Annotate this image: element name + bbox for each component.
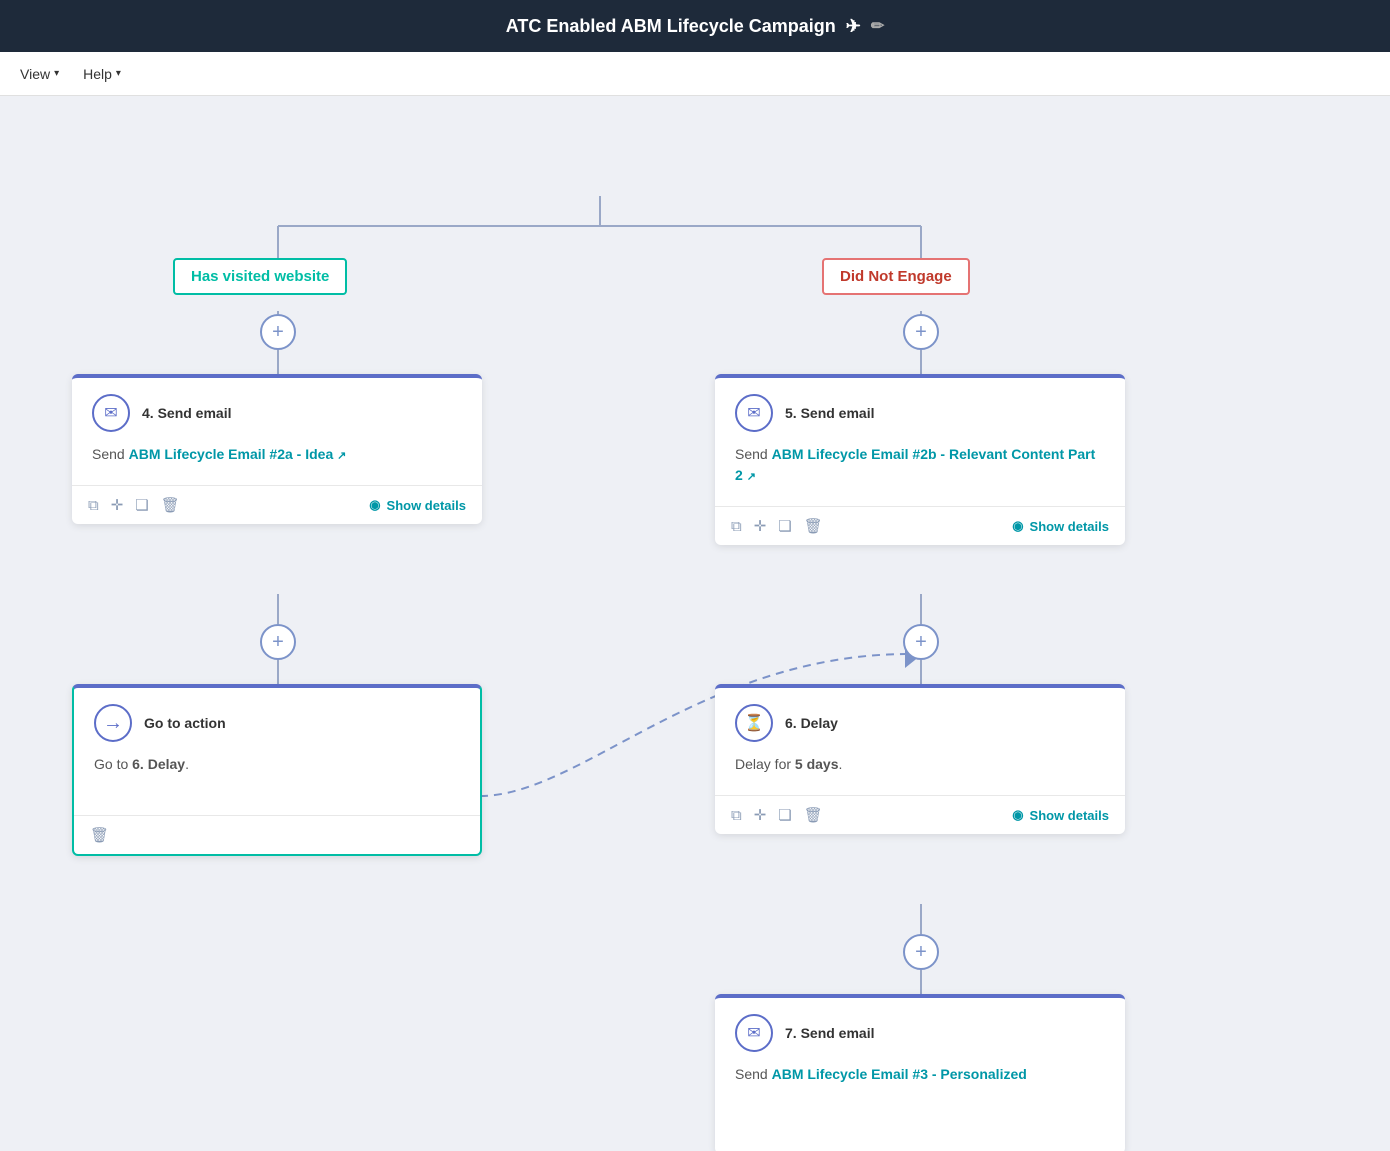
card5-move-icon[interactable]: ✛ [754,517,767,535]
plus-btn-left-top[interactable]: + [260,314,296,350]
card6-eye-icon: ◉ [1012,807,1023,823]
nav-help-label: Help [83,66,112,82]
nav-help-chevron: ▾ [116,68,121,79]
edit-icon[interactable]: ✏ [871,16,884,36]
card7-email-link[interactable]: ABM Lifecycle Email #3 - Personalized [772,1066,1027,1082]
card5-actions: ⧉ ✛ ❏ 🗑 [731,517,823,535]
card4-content: Send ABM Lifecycle Email #2a - Idea ↗ [92,444,462,465]
navbar: View ▾ Help ▾ [0,52,1390,96]
nav-view-chevron: ▾ [54,68,59,79]
goto-title: Go to action [144,715,226,731]
nav-help[interactable]: Help ▾ [83,66,121,82]
card5-duplicate-icon[interactable]: ❏ [778,517,791,535]
card5-eye-icon: ◉ [1012,518,1023,534]
card5-email-icon: ✉ [735,394,773,432]
card6-footer: ⧉ ✛ ❏ 🗑 ◉ Show details [715,795,1125,834]
card5-email-link[interactable]: ABM Lifecycle Email #2b - Relevant Conte… [735,446,1095,483]
card5-content: Send ABM Lifecycle Email #2b - Relevant … [735,444,1105,486]
card7-title: 7. Send email [785,1025,874,1041]
card-goto-action: → Go to action Go to 6. Delay. 🗑 [72,684,482,856]
card7-email-icon: ✉ [735,1014,773,1052]
card6-actions: ⧉ ✛ ❏ 🗑 [731,806,823,824]
card6-copy-icon[interactable]: ⧉ [731,807,742,824]
delay-icon-circle: ⏳ [735,704,773,742]
card4-title: 4. Send email [142,405,231,421]
card-4-send-email: ✉ 4. Send email Send ABM Lifecycle Email… [72,374,482,524]
card6-content: Delay for 5 days. [735,754,1105,775]
goto-delete-icon[interactable]: 🗑 [90,826,109,844]
plus-btn-right-top[interactable]: + [903,314,939,350]
card4-email-icon: ✉ [92,394,130,432]
card4-email-link[interactable]: ABM Lifecycle Email #2a - Idea ↗ [129,446,347,462]
card-5-send-email: ✉ 5. Send email Send ABM Lifecycle Email… [715,374,1125,545]
card5-delete-icon[interactable]: 🗑 [804,517,823,535]
card5-footer: ⧉ ✛ ❏ 🗑 ◉ Show details [715,506,1125,545]
goto-icon-circle: → [94,704,132,742]
plus-btn-right-bot[interactable]: + [903,934,939,970]
plus-btn-right-mid[interactable]: + [903,624,939,660]
branch-label-left: Has visited website [173,258,347,295]
card4-actions: ⧉ ✛ ❏ 🗑 [88,496,180,514]
goto-actions: 🗑 [90,826,109,844]
plus-btn-left-mid[interactable]: + [260,624,296,660]
card4-show-details[interactable]: ◉ Show details [369,497,466,513]
nav-view[interactable]: View ▾ [20,66,59,82]
card6-move-icon[interactable]: ✛ [754,806,767,824]
card6-show-details[interactable]: ◉ Show details [1012,807,1109,823]
card4-move-icon[interactable]: ✛ [111,496,124,514]
card5-title: 5. Send email [785,405,874,421]
header-title: ATC Enabled ABM Lifecycle Campaign ✈ ✏ [506,16,885,37]
goto-content: Go to 6. Delay. [94,754,460,775]
card7-content: Send ABM Lifecycle Email #3 - Personaliz… [735,1064,1105,1085]
card6-title: 6. Delay [785,715,838,731]
card4-copy-icon[interactable]: ⧉ [88,497,99,514]
workflow-canvas: Has visited website Did Not Engage + + ✉… [0,96,1390,1151]
nav-view-label: View [20,66,50,82]
card4-eye-icon: ◉ [369,497,380,513]
card-6-delay: ⏳ 6. Delay Delay for 5 days. ⧉ ✛ ❏ 🗑 ◉ S… [715,684,1125,834]
card6-delete-icon[interactable]: 🗑 [804,806,823,824]
card5-copy-icon[interactable]: ⧉ [731,518,742,535]
header-title-text: ATC Enabled ABM Lifecycle Campaign [506,16,836,37]
card4-delete-icon[interactable]: 🗑 [161,496,180,514]
goto-footer: 🗑 [74,815,480,854]
header: ATC Enabled ABM Lifecycle Campaign ✈ ✏ [0,0,1390,52]
card4-footer: ⧉ ✛ ❏ 🗑 ◉ Show details [72,485,482,524]
card5-show-details[interactable]: ◉ Show details [1012,518,1109,534]
card6-duplicate-icon[interactable]: ❏ [778,806,791,824]
card4-duplicate-icon[interactable]: ❏ [135,496,148,514]
card-7-send-email: ✉ 7. Send email Send ABM Lifecycle Email… [715,994,1125,1151]
plane-icon: ✈ [846,16,861,37]
branch-label-right: Did Not Engage [822,258,970,295]
connectors-svg [0,96,1390,1151]
